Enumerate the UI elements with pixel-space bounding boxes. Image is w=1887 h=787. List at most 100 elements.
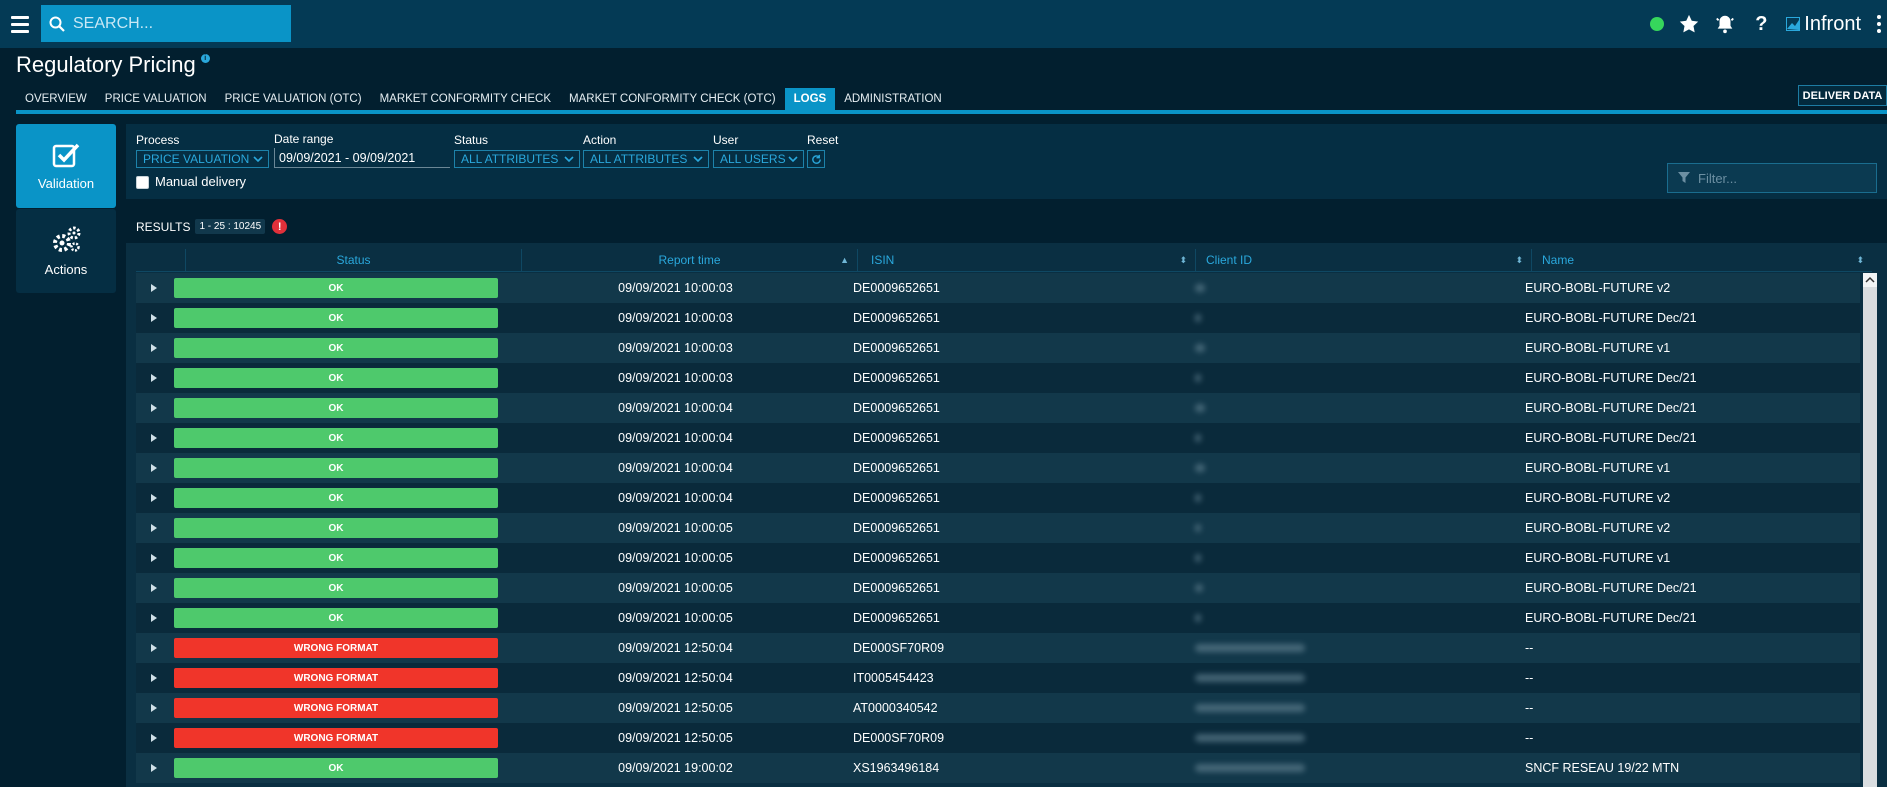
- nav-actions[interactable]: Actions: [16, 209, 116, 293]
- row-expand-icon[interactable]: [136, 303, 172, 333]
- reset-button[interactable]: [807, 150, 825, 168]
- filter-box[interactable]: [1667, 163, 1877, 193]
- action-select[interactable]: ALL ATTRIBUTES: [583, 150, 709, 168]
- deliver-data-button[interactable]: DELIVER DATA: [1798, 85, 1887, 106]
- table-row[interactable]: OK 09/09/2021 10:00:04 DE0009652651 EURO-BO…: [136, 483, 1860, 513]
- isin-cell: DE000SF70R09: [853, 731, 945, 745]
- row-expand-icon[interactable]: [136, 273, 172, 303]
- tab-price-valuation[interactable]: PRICE VALUATION: [96, 88, 216, 110]
- row-expand-icon[interactable]: [136, 423, 172, 453]
- report-time-cell: 09/09/2021 10:00:03: [618, 341, 733, 355]
- refresh-icon: [811, 154, 821, 164]
- table-row[interactable]: WRONG FORMAT 09/09/2021 12:50:04 IT0005454…: [136, 663, 1860, 693]
- tab-market-conformity-check[interactable]: MARKET CONFORMITY CHECK: [371, 88, 560, 110]
- logs-table: Status Report time ▲ ISIN ⬍ Client ID ⬍ Nam…: [126, 243, 1887, 787]
- column-header-status[interactable]: Status: [186, 249, 522, 272]
- table-row[interactable]: OK 09/09/2021 10:00:03 DE0009652651 EURO-BO…: [136, 273, 1860, 303]
- alert-icon[interactable]: !: [272, 219, 288, 234]
- status-badge: OK: [174, 308, 498, 328]
- row-expand-icon[interactable]: [136, 723, 172, 753]
- name-cell: EURO-BOBL-FUTURE v2: [1525, 491, 1671, 505]
- row-expand-icon[interactable]: [136, 603, 172, 633]
- table-row[interactable]: OK 09/09/2021 10:00:05 DE0009652651 EURO-BO…: [136, 543, 1860, 573]
- row-expand-icon[interactable]: [136, 753, 172, 783]
- nav-validation-label: Validation: [37, 175, 95, 191]
- table-row[interactable]: OK 09/09/2021 19:00:02 XS1963496184 SNCF RE…: [136, 753, 1860, 783]
- row-expand-icon[interactable]: [136, 693, 172, 723]
- table-row[interactable]: OK 09/09/2021 10:00:03 DE0009652651 EURO-BO…: [136, 333, 1860, 363]
- manual-delivery-checkbox[interactable]: [136, 176, 149, 189]
- table-row[interactable]: OK 09/09/2021 10:00:04 DE0009652651 EURO-BO…: [136, 453, 1860, 483]
- info-icon[interactable]: i: [200, 54, 210, 63]
- name-cell: --: [1525, 671, 1534, 685]
- row-expand-icon[interactable]: [136, 333, 172, 363]
- report-time-cell: 09/09/2021 10:00:05: [618, 521, 733, 535]
- status-cell: OK: [172, 273, 509, 303]
- table-row[interactable]: OK 09/09/2021 10:00:05 DE0009652651 EURO-BO…: [136, 513, 1860, 543]
- help-icon[interactable]: ?: [1750, 13, 1772, 35]
- row-expand-icon[interactable]: [136, 573, 172, 603]
- table-row[interactable]: WRONG FORMAT 09/09/2021 12:50:04 DE000SF70…: [136, 633, 1860, 663]
- chevron-down-icon: [693, 156, 703, 163]
- nav-validation[interactable]: Validation: [16, 124, 116, 208]
- table-row[interactable]: OK 09/09/2021 10:00:04 DE0009652651 EURO-BO…: [136, 423, 1860, 453]
- isin-cell: DE000SF70R09: [853, 641, 945, 655]
- table-row[interactable]: OK 09/09/2021 10:00:05 DE0009652651 EURO-BO…: [136, 573, 1860, 603]
- tab-administration[interactable]: ADMINISTRATION: [835, 88, 951, 110]
- filter-input[interactable]: [1698, 170, 1868, 186]
- search-input[interactable]: [73, 14, 273, 33]
- user-select[interactable]: ALL USERS: [713, 150, 804, 168]
- column-header-report-time[interactable]: Report time ▲: [522, 249, 858, 272]
- isin-cell: DE0009652651: [853, 371, 940, 385]
- row-expand-icon[interactable]: [136, 393, 172, 423]
- column-header-client-id[interactable]: Client ID ⬍: [1196, 249, 1532, 272]
- status-badge: OK: [174, 518, 498, 538]
- table-row[interactable]: WRONG FORMAT 09/09/2021 12:50:05 AT0000340…: [136, 693, 1860, 723]
- row-expand-icon[interactable]: [136, 543, 172, 573]
- column-header-isin[interactable]: ISIN ⬍: [858, 249, 1196, 272]
- row-expand-icon[interactable]: [136, 513, 172, 543]
- table-row[interactable]: WRONG FORMAT 09/09/2021 12:50:05 DE000SF70…: [136, 723, 1860, 753]
- tab-underline: [16, 110, 1887, 114]
- page-title: Regulatory Pricing i: [16, 52, 210, 78]
- status-value: ALL ATTRIBUTES: [461, 152, 559, 166]
- row-expand-icon[interactable]: [136, 663, 172, 693]
- brand-logo: Infront: [1786, 13, 1861, 36]
- table-row[interactable]: OK 09/09/2021 10:00:03 DE0009652651 EURO-BO…: [136, 363, 1860, 393]
- tab-overview[interactable]: OVERVIEW: [16, 88, 96, 110]
- tab-bar: OVERVIEW PRICE VALUATION PRICE VALUATION…: [16, 88, 951, 110]
- more-options-icon[interactable]: [1871, 0, 1887, 48]
- bell-icon[interactable]: [1714, 13, 1736, 35]
- status-badge: OK: [174, 578, 498, 598]
- column-header-name[interactable]: Name ⬍: [1532, 249, 1872, 272]
- row-expand-icon[interactable]: [136, 363, 172, 393]
- row-expand-icon[interactable]: [136, 633, 172, 663]
- status-badge: OK: [174, 608, 498, 628]
- user-value: ALL USERS: [720, 152, 786, 166]
- search-box[interactable]: [41, 5, 291, 42]
- date-range-input[interactable]: 09/09/2021 - 09/09/2021: [274, 148, 450, 168]
- date-range-value: 09/09/2021 - 09/09/2021: [279, 150, 416, 165]
- table-row[interactable]: OK 09/09/2021 10:00:04 DE0009652651 EURO-BO…: [136, 393, 1860, 423]
- row-expand-icon[interactable]: [136, 453, 172, 483]
- status-cell: WRONG FORMAT: [172, 723, 509, 753]
- menu-icon[interactable]: [0, 0, 40, 48]
- tab-market-conformity-check-otc[interactable]: MARKET CONFORMITY CHECK (OTC): [560, 88, 785, 110]
- tab-logs[interactable]: LOGS: [784, 88, 836, 110]
- status-select[interactable]: ALL ATTRIBUTES: [454, 150, 580, 168]
- table-scrollbar[interactable]: [1863, 273, 1877, 787]
- scroll-up-icon[interactable]: [1863, 273, 1877, 287]
- client-id-cell: [1185, 333, 1521, 363]
- report-time-cell: 09/09/2021 12:50:04: [618, 641, 733, 655]
- name-cell: EURO-BOBL-FUTURE Dec/21: [1525, 431, 1697, 445]
- table-row[interactable]: OK 09/09/2021 10:00:03 DE0009652651 EURO-BO…: [136, 303, 1860, 333]
- redacted-client-id: [1195, 734, 1305, 742]
- isin-cell: AT0000340542: [853, 701, 938, 715]
- redacted-client-id: [1195, 554, 1201, 562]
- top-bar: ? Infront: [0, 0, 1887, 48]
- table-row[interactable]: OK 09/09/2021 10:00:05 DE0009652651 EURO-BO…: [136, 603, 1860, 633]
- tab-price-valuation-otc[interactable]: PRICE VALUATION (OTC): [216, 88, 371, 110]
- star-icon[interactable]: [1678, 13, 1700, 35]
- process-select[interactable]: PRICE VALUATION: [136, 150, 269, 168]
- row-expand-icon[interactable]: [136, 483, 172, 513]
